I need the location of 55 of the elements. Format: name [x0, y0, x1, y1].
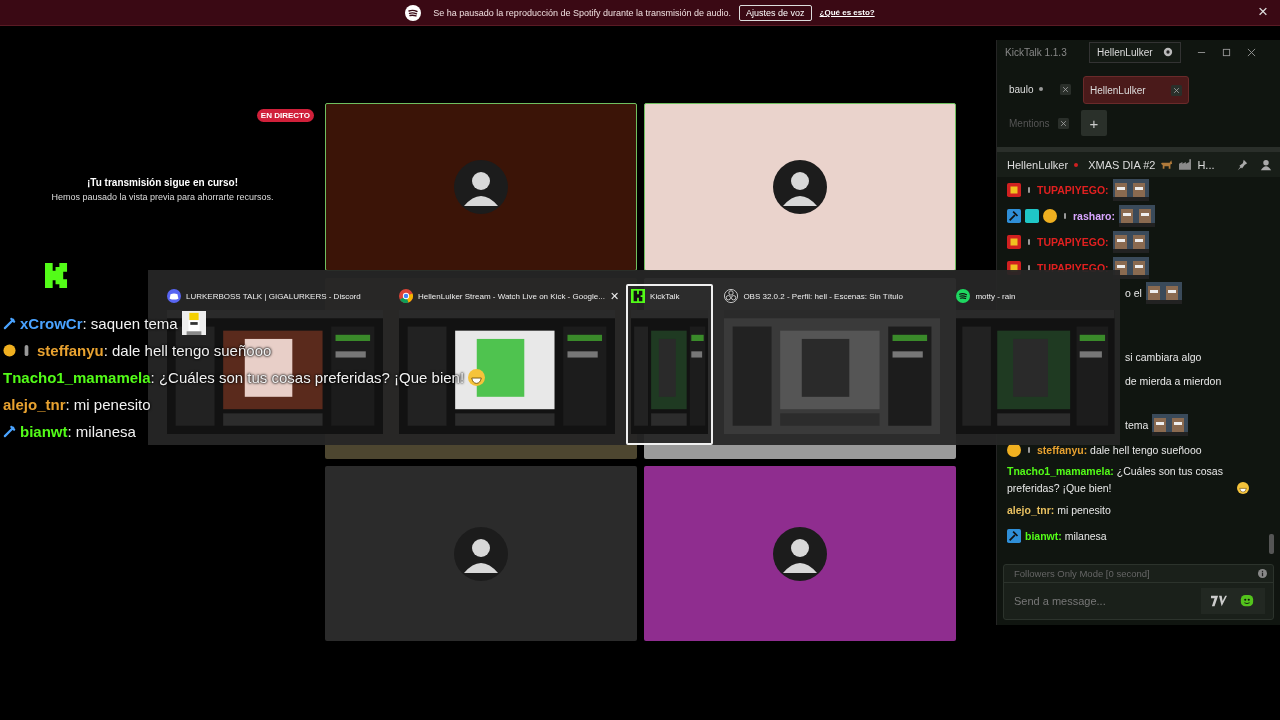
- close-icon[interactable]: [1246, 47, 1256, 57]
- channel-tab[interactable]: HellenLulker: [1083, 76, 1189, 104]
- window-title: KickTalk: [650, 291, 680, 301]
- stream-subheading: Hemos pausado la vista previa para ahorrarte recursos.: [50, 192, 275, 202]
- window-title[interactable]: motty - rain: [975, 291, 1016, 301]
- window-title[interactable]: OBS 32.0.2 - Perfil: hell - Escenas: Sin Título: [743, 291, 903, 301]
- chat-message: tema: [1125, 417, 1149, 433]
- close-icon[interactable]: [1171, 84, 1182, 96]
- user-icon[interactable]: [1260, 158, 1272, 171]
- close-icon[interactable]: [1060, 83, 1071, 95]
- settings-icon: [1162, 47, 1173, 57]
- live-badge: EN DIRECTO: [256, 109, 314, 122]
- channel-tab[interactable]: baulo: [1005, 76, 1077, 102]
- maximize-icon[interactable]: [1221, 47, 1231, 57]
- app-title: KickTalk 1.1.3: [1005, 46, 1068, 58]
- dog-icon: [1161, 159, 1174, 170]
- window-title[interactable]: HellenLulker Stream - Watch Live on Kick - Google...: [418, 291, 605, 301]
- scrollbar[interactable]: [1269, 534, 1274, 554]
- stream-title: H...: [1197, 158, 1215, 171]
- chat-message: si cambiara algo: [1125, 349, 1202, 365]
- chat-message: TUPAPIYEGO:: [1037, 234, 1109, 250]
- chat-message: bianwt: milanesa: [1025, 528, 1107, 544]
- chat-message: alejo_tnr: mi penesito: [3, 395, 151, 413]
- stream-heading: ¡Tu transmisión sigue en curso!: [86, 177, 239, 188]
- add-tab-button[interactable]: +: [1081, 110, 1107, 136]
- chat-message: rasharo:: [1073, 208, 1115, 224]
- chat-message: TUPAPIYEGO:: [1037, 182, 1109, 198]
- close-button[interactable]: ✕: [609, 289, 619, 303]
- info-icon[interactable]: [1258, 569, 1267, 578]
- factory-icon: [1179, 159, 1192, 170]
- chat-mode-notice: Followers Only Mode [0 second]: [1014, 568, 1150, 579]
- chat-message: bianwt: milanesa: [20, 422, 136, 440]
- window-title[interactable]: LURKERBOSS TALK | GIGALURKERS - Discord: [186, 291, 361, 301]
- pin-icon[interactable]: [1236, 158, 1248, 171]
- chat-message: de mierda a mierdon: [1125, 373, 1222, 389]
- emote-picker-icon[interactable]: [1211, 594, 1227, 608]
- voice-settings-button[interactable]: Ajustes de voz: [739, 4, 812, 21]
- banner-message: Se ha pausado la reproducción de Spotify durante la transmisión de audio.: [433, 7, 731, 18]
- user-button[interactable]: HellenLulker: [1089, 41, 1181, 63]
- chat-message: Tnacho1_mamamela: ¿Cuáles son tus cosas preferidas? ¡Que bien!: [1007, 464, 1224, 496]
- message-input[interactable]: Send a message...: [1004, 594, 1201, 608]
- chat-message: xCrowCr: saquen tema: [20, 314, 178, 332]
- what-is-this-link[interactable]: ¿Qué es esto?: [819, 8, 875, 17]
- close-icon[interactable]: [1058, 117, 1069, 129]
- stream-title: XMAS DIA #2: [1088, 158, 1156, 171]
- chat-message: o el: [1125, 285, 1142, 301]
- chat-message: alejo_tnr: mi penesito: [1007, 502, 1111, 518]
- smiley-icon[interactable]: [1239, 594, 1255, 608]
- window-preview[interactable]: KickTalk: [626, 284, 714, 445]
- channel-name: HellenLulker: [1007, 158, 1069, 171]
- chat-message: steffanyu: dale hell tengo sueñooo: [1037, 442, 1202, 458]
- close-button[interactable]: ×: [1258, 3, 1268, 21]
- kick-logo-icon: [45, 263, 68, 288]
- spotify-icon: [405, 4, 422, 21]
- chat-message: TUPAPIYEGO:: [1037, 260, 1109, 276]
